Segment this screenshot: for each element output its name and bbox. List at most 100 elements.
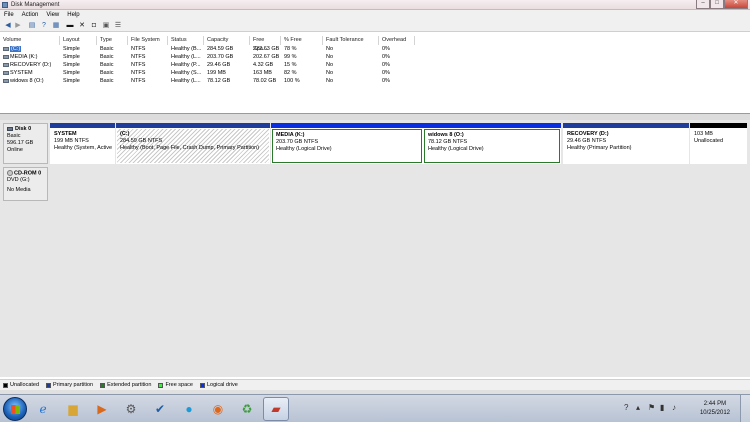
- cell-volume: (C:): [0, 45, 60, 53]
- list-icon[interactable]: ☰: [114, 22, 122, 30]
- cell-status: Healthy (B...: [171, 46, 202, 52]
- show-hide-tree-icon[interactable]: ▤: [28, 22, 36, 30]
- globe-app-icon[interactable]: ●: [176, 397, 202, 421]
- partition-name: MEDIA (K:): [276, 132, 305, 138]
- column-header-overhead[interactable]: Overhead: [379, 36, 415, 45]
- cell-free-space: 163 MB: [253, 70, 272, 76]
- network-tool-icon[interactable]: ⚙: [118, 397, 144, 421]
- properties-icon[interactable]: ▦: [52, 22, 60, 30]
- partition-system[interactable]: SYSTEM 199 MB NTFS Healthy (System, Acti…: [50, 123, 115, 164]
- cell-free-space: 222.63 GB: [253, 46, 280, 52]
- firefox-icon[interactable]: ◉: [205, 397, 231, 421]
- partition-status: Unallocated: [694, 138, 724, 144]
- volume-icon: [3, 62, 9, 67]
- cell-status: Healthy (L...: [171, 78, 201, 84]
- column-header-layout[interactable]: Layout: [60, 36, 97, 45]
- network-icon[interactable]: ▮: [660, 403, 664, 412]
- legend-item: Logical drive: [199, 382, 238, 388]
- partition-size: 203.70 GB NTFS: [276, 139, 319, 145]
- legend-swatch-free: [158, 382, 164, 388]
- cell-type: Basic: [100, 46, 114, 52]
- window-title: Disk Management: [11, 2, 60, 8]
- cell-free-space: 4.32 GB: [253, 62, 274, 68]
- clock[interactable]: 2:44 PM 10/25/2012: [700, 400, 730, 418]
- column-header-capacity[interactable]: Capacity: [204, 36, 250, 45]
- partition-status: Healthy (Primary Partition): [567, 145, 632, 151]
- menu-help[interactable]: Help: [63, 10, 83, 20]
- volume-icon[interactable]: ♪: [672, 403, 676, 412]
- title-bar: Disk Management – □ ✕: [0, 0, 750, 10]
- flag-icon[interactable]: ⚑: [648, 403, 655, 412]
- partition-body: 103 MB Unallocated: [691, 129, 746, 163]
- connect-icon[interactable]: ▬: [66, 22, 74, 30]
- cell-percent-free: 99 %: [284, 54, 297, 60]
- legend-label: Extended partition: [107, 382, 152, 388]
- column-header-percent-free[interactable]: % Free: [281, 36, 323, 45]
- cell-fault-tolerance: No: [326, 46, 334, 52]
- cell-fault-tolerance: No: [326, 62, 334, 68]
- show-desktop-button[interactable]: [740, 395, 750, 422]
- export-icon[interactable]: ▣: [102, 22, 110, 30]
- forward-icon[interactable]: ▶: [14, 22, 22, 30]
- partition-media[interactable]: MEDIA (K:) 203.70 GB NTFS Healthy (Logic…: [271, 123, 423, 164]
- help-icon[interactable]: ?: [624, 403, 628, 412]
- menu-file[interactable]: File: [0, 10, 18, 20]
- disk-management-taskbar-icon[interactable]: ▰: [263, 397, 289, 421]
- cell-layout: Simple: [63, 62, 80, 68]
- column-header-status[interactable]: Status: [168, 36, 204, 45]
- partition-widows-8[interactable]: widows 8 (O:) 78.12 GB NTFS Healthy (Log…: [423, 123, 561, 164]
- partition-name: SYSTEM: [54, 131, 77, 137]
- table-row[interactable]: (C:) Simple Basic NTFS Healthy (B... 284…: [0, 45, 420, 53]
- partition-status: Healthy (Boot, Page File, Crash Dump, Pr…: [120, 145, 260, 151]
- disk-0-header[interactable]: Disk 0 Basic 596.17 GB Online: [3, 123, 48, 164]
- disk-0-title: Disk 0: [7, 126, 44, 133]
- cdrom-0-header[interactable]: CD-ROM 0 DVD (G:) No Media: [3, 167, 48, 201]
- partition-recovery[interactable]: RECOVERY (D:) 29.46 GB NTFS Healthy (Pri…: [563, 123, 689, 164]
- partition-status: Healthy (System, Active: [54, 145, 113, 151]
- legend-label: Free space: [165, 382, 193, 388]
- disk-icon[interactable]: ◘: [90, 22, 98, 30]
- cell-capacity: 29.46 GB: [207, 62, 231, 68]
- menu-view[interactable]: View: [42, 10, 63, 20]
- column-header-file-system[interactable]: File System: [128, 36, 168, 45]
- cell-file-system: NTFS: [131, 78, 146, 84]
- help-icon[interactable]: ?: [40, 22, 48, 30]
- sync-app-icon[interactable]: ♻: [234, 397, 260, 421]
- start-button[interactable]: [3, 397, 27, 421]
- column-header-fault-tolerance[interactable]: Fault Tolerance: [323, 36, 379, 45]
- legend: Unallocated Primary partition Extended p…: [0, 379, 750, 390]
- table-row[interactable]: RECOVERY (D:) Simple Basic NTFS Healthy …: [0, 61, 420, 69]
- system-tray: ? ▴ ⚑ ▮ ♪ 2:44 PM 10/25/2012: [620, 395, 750, 422]
- maximize-button[interactable]: □: [710, 0, 724, 9]
- close-button[interactable]: ✕: [724, 0, 748, 9]
- taskbar: ℯ ▆ ▶ ⚙ ✔ ● ◉ ♻ ▰ ? ▴ ⚑ ▮ ♪ 2:44 PM 10/2…: [0, 394, 750, 422]
- menu-action[interactable]: Action: [18, 10, 43, 20]
- column-header-type[interactable]: Type: [97, 36, 128, 45]
- cell-type: Basic: [100, 70, 114, 76]
- file-explorer-icon[interactable]: ▆: [60, 397, 86, 421]
- cell-capacity: 203.70 GB: [207, 54, 234, 60]
- clock-date: 10/25/2012: [699, 410, 730, 416]
- column-header-volume[interactable]: Volume: [0, 36, 60, 45]
- delete-icon[interactable]: ✕: [78, 22, 86, 30]
- cell-file-system: NTFS: [131, 54, 146, 60]
- table-row[interactable]: MEDIA (K:) Simple Basic NTFS Healthy (L.…: [0, 53, 420, 61]
- cell-overhead: 0%: [382, 78, 390, 84]
- cell-percent-free: 100 %: [284, 78, 300, 84]
- minimize-button[interactable]: –: [696, 0, 710, 9]
- partition-unallocated[interactable]: 103 MB Unallocated: [690, 123, 747, 164]
- table-row[interactable]: SYSTEM Simple Basic NTFS Healthy (S... 1…: [0, 69, 420, 77]
- back-icon[interactable]: ◀: [4, 22, 12, 30]
- cd-rom-icon: [7, 170, 13, 176]
- checkmark-app-icon[interactable]: ✔: [147, 397, 173, 421]
- partition-c[interactable]: (C:) 284.59 GB NTFS Healthy (Boot, Page …: [116, 123, 270, 164]
- column-header-free-space[interactable]: Free Spa...: [250, 36, 281, 52]
- cell-fault-tolerance: No: [326, 78, 334, 84]
- table-row[interactable]: widows 8 (O:) Simple Basic NTFS Healthy …: [0, 77, 420, 85]
- media-player-icon[interactable]: ▶: [89, 397, 115, 421]
- cell-status: Healthy (P...: [171, 62, 201, 68]
- show-hidden-icons[interactable]: ▴: [636, 403, 640, 412]
- legend-swatch-extended: [100, 382, 106, 388]
- internet-explorer-icon[interactable]: ℯ: [30, 397, 56, 421]
- partition-size: 199 MB NTFS: [54, 138, 89, 144]
